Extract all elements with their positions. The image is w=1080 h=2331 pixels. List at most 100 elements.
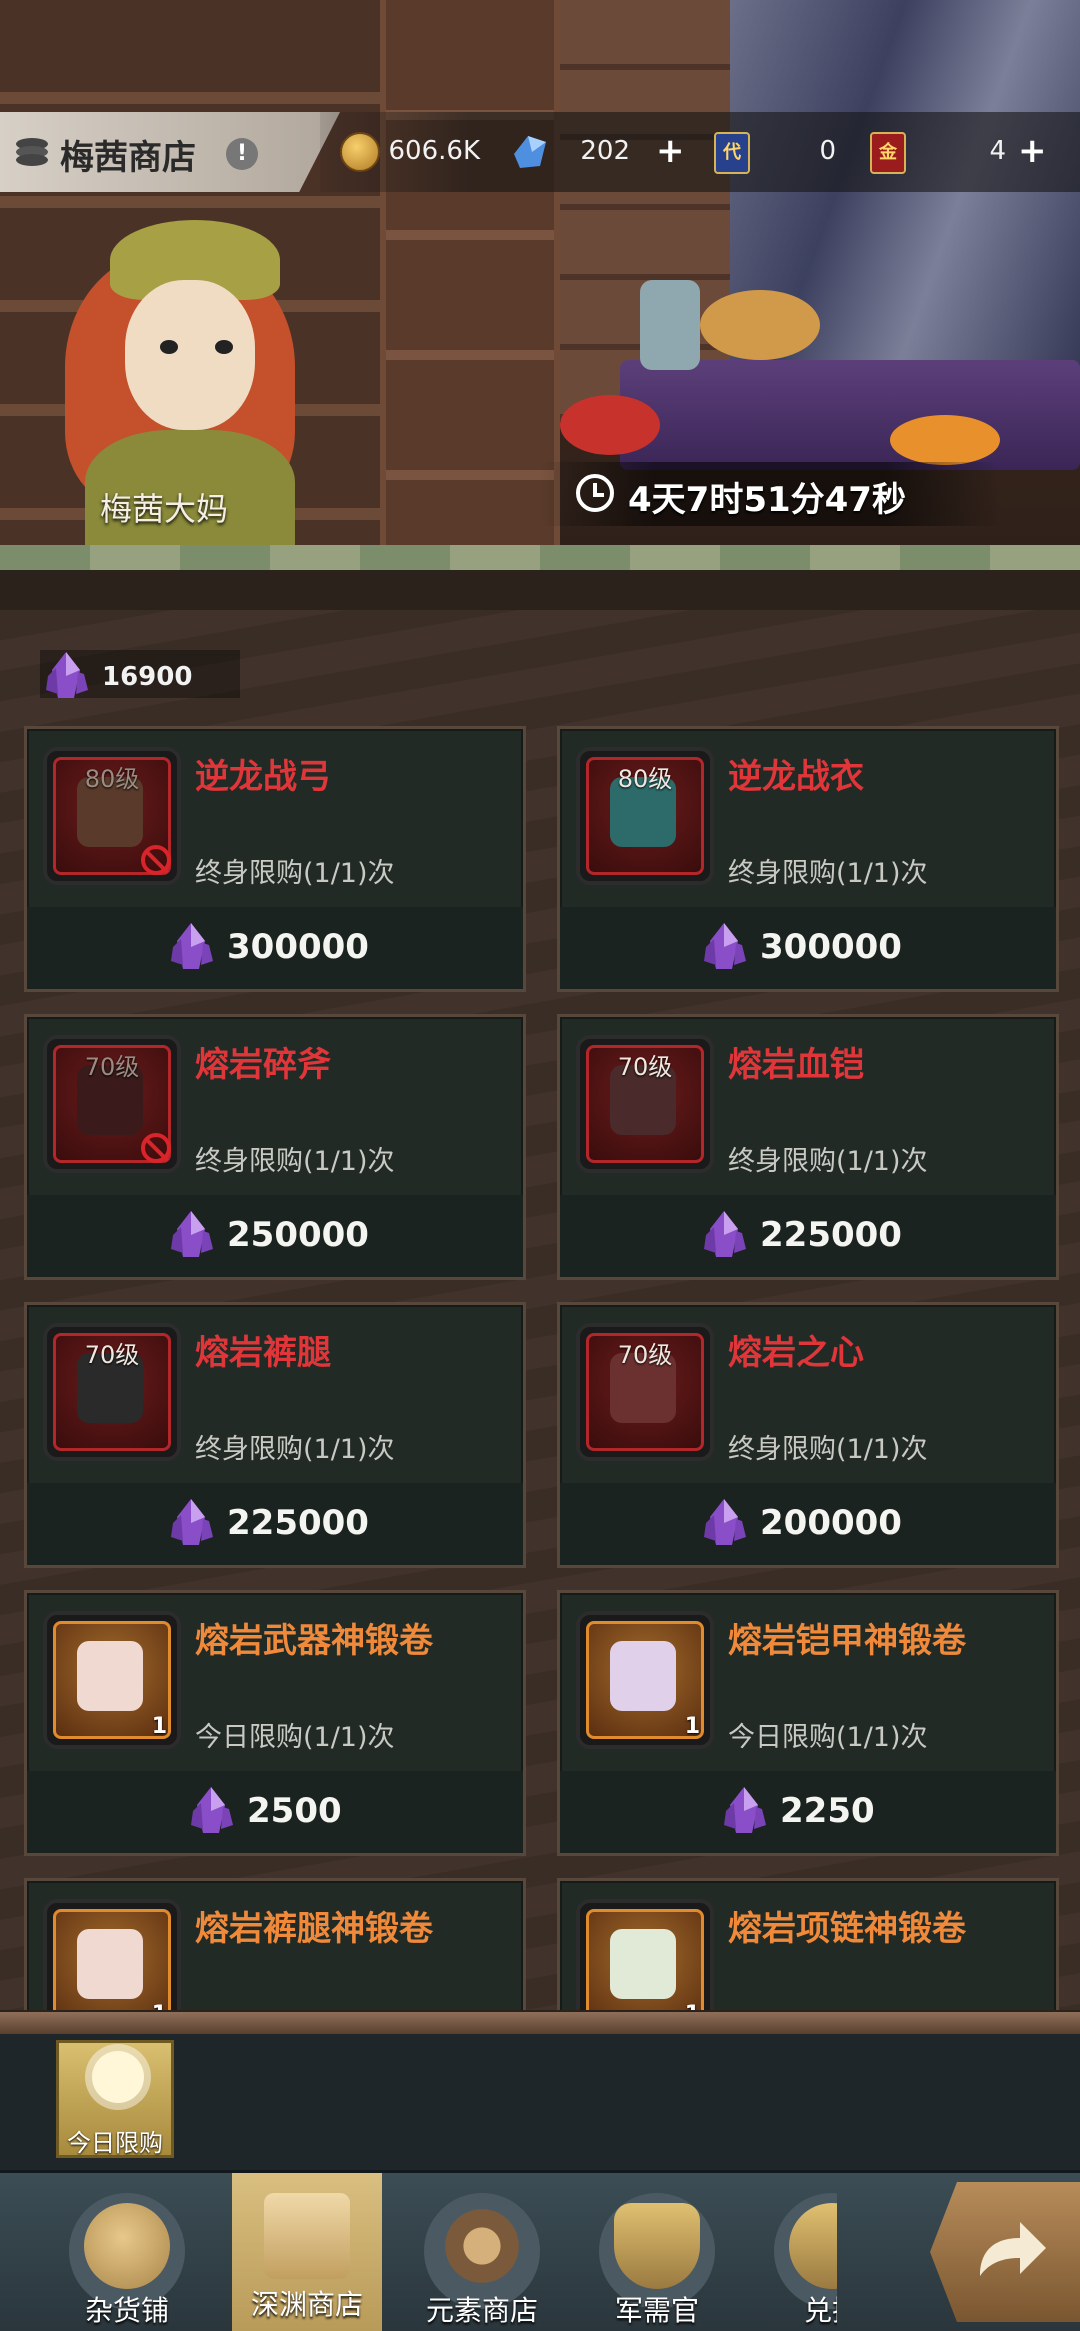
nav-element-shop-label: 元素商店 [425, 2294, 538, 2327]
coins-icon [16, 138, 48, 166]
daily-limit-tab[interactable]: 今日限购 [56, 2040, 174, 2158]
item-name: 逆龙战弓 [195, 757, 331, 797]
item-quantity: 1 [684, 1714, 700, 1739]
item-level: 70级 [84, 1341, 140, 1369]
crystal-icon [698, 1209, 750, 1261]
add-diamond-button[interactable]: + [656, 134, 685, 168]
diamond-resource: 202 + [510, 132, 690, 172]
refresh-countdown: 4天7时51分47秒 [628, 480, 906, 520]
nav-grocery-label: 杂货铺 [84, 2294, 169, 2327]
nav-abyss-shop-label: 深渊商店 [250, 2288, 363, 2321]
cabinet-background [380, 0, 560, 560]
crystal-balance-value: 16900 [102, 662, 193, 692]
item-icon[interactable]: 1 [576, 1611, 714, 1749]
element-star-icon [439, 2203, 525, 2289]
token-jin-value: 4 [989, 136, 1006, 166]
shop-item-card[interactable]: 80级 逆龙战弓终身限购(1/1)次 300000 [24, 726, 526, 992]
clock-icon [576, 474, 614, 512]
top-bar: 梅茜商店 ! 606.6K 202 + 代 0 金 4 + [0, 112, 1080, 192]
item-icon[interactable]: 1 [43, 1611, 181, 1749]
shop-item-card[interactable]: 1 熔岩武器神锻卷今日限购(1/1)次 2500 [24, 1590, 526, 1856]
item-icon[interactable]: 80级 [43, 747, 181, 885]
bread-decoration [700, 290, 820, 360]
shop-item-card[interactable]: 70级 熔岩之心终身限购(1/1)次 200000 [557, 1302, 1059, 1568]
nav-quartermaster[interactable]: 军需官 [582, 2183, 732, 2331]
item-level: 70级 [617, 1053, 673, 1081]
shop-item-card[interactable]: 70级 熔岩碎斧终身限购(1/1)次 250000 [24, 1014, 526, 1280]
item-icon[interactable]: 70级 [576, 1323, 714, 1461]
nav-exchange-label: 兑换 [803, 2294, 837, 2327]
item-icon[interactable]: 70级 [576, 1035, 714, 1173]
jar-decoration [640, 280, 700, 370]
nav-next-button[interactable] [930, 2182, 1080, 2322]
item-name: 熔岩裤腿 [195, 1333, 331, 1373]
arrow-right-icon [980, 2222, 1046, 2276]
item-icon[interactable]: 70级 [43, 1323, 181, 1461]
item-price[interactable]: 225000 [760, 1215, 902, 1255]
crystal-icon [698, 1497, 750, 1549]
item-level: 80级 [617, 765, 673, 793]
shop-item-card[interactable]: 70级 熔岩血铠 终身限购(1/1)次 225000 [557, 1014, 1059, 1280]
purchase-limit: 今日限购(1/1)次 [195, 1722, 395, 1753]
item-price[interactable]: 2500 [247, 1791, 342, 1831]
item-quantity: 1 [152, 2002, 167, 2010]
shop-item-card[interactable]: 1 熔岩项链神锻卷今日限购(1/1)次 [557, 1878, 1059, 2010]
item-icon[interactable]: 80级 [576, 747, 714, 885]
item-price[interactable]: 300000 [760, 927, 902, 967]
table-background [620, 360, 1080, 470]
token-dai-icon: 代 [714, 132, 750, 174]
item-icon[interactable]: 1 [576, 1899, 714, 2010]
item-quantity: 1 [685, 2002, 700, 2010]
token-jin-icon: 金 [870, 132, 906, 174]
item-list[interactable]: 16900 80级 逆龙战弓 终身限购(1/1)次 300000 80级 逆龙战衣 终身限购… [0, 610, 1080, 2010]
crystal-icon [185, 1785, 237, 1837]
nav-quartermaster-label: 军需官 [614, 2294, 699, 2327]
purchase-limit: 终身限购(1/1)次 [195, 1434, 395, 1465]
item-level: 70级 [84, 1053, 140, 1081]
info-icon[interactable]: ! [226, 138, 258, 170]
coins-stack-icon [84, 2203, 170, 2289]
item-name: 熔岩之心 [728, 1333, 864, 1373]
nav-grocery[interactable]: 杂货铺 [52, 2183, 202, 2331]
item-name: 熔岩碎斧 [195, 1045, 331, 1085]
shop-scene: 梅茜大妈 4天7时51分47秒 [0, 0, 1080, 570]
token-jin-resource: 金 4 + [870, 132, 1060, 174]
item-name: 熔岩项链神锻卷 [728, 1909, 966, 1949]
item-icon[interactable]: 1 [43, 1899, 181, 2010]
item-name: 熔岩血铠 [728, 1045, 864, 1085]
crystal-icon [40, 650, 92, 702]
shop-item-card[interactable]: 1 熔岩裤腿神锻卷今日限购(1/1)次 [24, 1878, 526, 2010]
bottom-nav: 杂货铺 深渊商店 元素商店 军需官 兑换 [0, 2170, 1080, 2331]
purchase-limit: 终身限购(1/1)次 [728, 1434, 928, 1465]
item-art-icon [77, 1641, 143, 1711]
item-art-icon [610, 1929, 676, 1999]
shop-item-card[interactable]: 70级 熔岩裤腿终身限购(1/1)次 225000 [24, 1302, 526, 1568]
purchase-limit: 今日限购(1/1)次 [195, 2003, 395, 2010]
shop-item-card[interactable]: 80级 逆龙战衣 终身限购(1/1)次 300000 [557, 726, 1059, 992]
purchase-limit: 终身限购(1/1)次 [195, 858, 395, 889]
purchase-limit: 终身限购(1/1)次 [195, 1146, 395, 1177]
item-price[interactable]: 300000 [227, 927, 369, 967]
add-token-button[interactable]: + [1018, 134, 1047, 168]
sun-icon [92, 2051, 144, 2103]
item-name: 熔岩武器神锻卷 [195, 1621, 433, 1661]
item-name: 熔岩铠甲神锻卷 [728, 1621, 966, 1661]
item-price[interactable]: 2250 [780, 1791, 875, 1831]
crystal-icon [165, 1209, 217, 1261]
crystal-icon [698, 921, 750, 973]
nav-exchange[interactable]: 兑换 [757, 2183, 837, 2331]
item-art-icon [610, 1641, 676, 1711]
item-price[interactable]: 225000 [227, 1503, 369, 1543]
crystal-icon [165, 921, 217, 973]
item-price[interactable]: 200000 [760, 1503, 902, 1543]
item-price[interactable]: 250000 [227, 1215, 369, 1255]
purchase-limit: 今日限购(1/1)次 [728, 2003, 928, 2010]
npc-name: 梅茜大妈 [100, 490, 229, 528]
shop-item-card[interactable]: 1 熔岩铠甲神锻卷 今日限购(1/1)次 2250 [557, 1590, 1059, 1856]
nav-abyss-shop[interactable]: 深渊商店 [232, 2173, 382, 2331]
nav-element-shop[interactable]: 元素商店 [407, 2183, 557, 2331]
token-dai-value: 0 [819, 136, 836, 166]
item-icon[interactable]: 70级 [43, 1035, 181, 1173]
diamond-value: 202 [580, 136, 630, 166]
item-name: 逆龙战衣 [728, 757, 864, 797]
